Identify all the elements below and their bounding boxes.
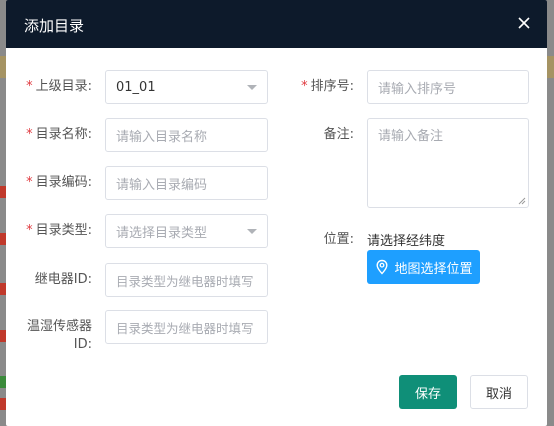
- remark-placeholder: 请输入备注: [378, 129, 444, 144]
- required-mark: *: [26, 127, 33, 142]
- select-location-on-map-button[interactable]: 地图选择位置: [367, 250, 480, 284]
- directory-name-label: * 目录名称:: [26, 127, 92, 142]
- save-button[interactable]: 保存: [399, 375, 457, 409]
- remark-textarea[interactable]: 请输入备注: [367, 118, 529, 208]
- cancel-button[interactable]: 取消: [470, 375, 528, 409]
- parent-directory-label: * 上级目录:: [26, 79, 92, 94]
- directory-code-placeholder: 请输入目录编码: [116, 177, 208, 193]
- required-mark: *: [26, 175, 33, 190]
- required-mark: *: [26, 223, 33, 238]
- relay-id-input[interactable]: 目录类型为继电器时填写: [105, 263, 268, 297]
- parent-directory-select[interactable]: 01_01: [105, 70, 268, 104]
- sort-number-input[interactable]: 请输入排序号: [367, 70, 529, 104]
- dialog-header: 添加目录: [6, 0, 547, 48]
- directory-type-placeholder: 请选择目录类型: [116, 225, 208, 241]
- sensor-id-label-line2: ID:: [73, 337, 92, 352]
- resize-handle-icon[interactable]: [518, 197, 526, 205]
- map-pin-icon: [376, 259, 388, 275]
- directory-type-select[interactable]: 请选择目录类型: [105, 214, 268, 248]
- chevron-down-icon: [247, 229, 257, 234]
- directory-name-placeholder: 请输入目录名称: [116, 129, 208, 145]
- sensor-id-label: 温湿传感器 ID:: [16, 318, 92, 354]
- remark-label: 备注:: [323, 127, 354, 142]
- chevron-down-icon: [247, 85, 257, 90]
- directory-name-input[interactable]: 请输入目录名称: [105, 118, 268, 152]
- sort-number-label: * 排序号:: [301, 79, 354, 94]
- required-mark: *: [26, 79, 33, 94]
- location-hint: 请选择经纬度: [367, 234, 446, 249]
- required-mark: *: [301, 79, 308, 94]
- parent-directory-value: 01_01: [116, 79, 156, 95]
- relay-id-placeholder: 目录类型为继电器时填写: [116, 273, 254, 289]
- directory-code-label: * 目录编码:: [26, 175, 92, 190]
- relay-id-label: 继电器ID:: [34, 272, 92, 287]
- close-icon[interactable]: [515, 14, 533, 32]
- sensor-id-label-line1: 温湿传感器: [26, 319, 92, 334]
- location-label: 位置:: [323, 232, 354, 247]
- sensor-id-placeholder: 目录类型为继电器时填写: [116, 320, 254, 336]
- dialog-title: 添加目录: [24, 17, 85, 35]
- add-directory-dialog: 添加目录 * 上级目录: 01_01 * 目录名称: 请输入目录名称 * 目录编码: …: [6, 0, 547, 426]
- map-button-label: 地图选择位置: [394, 261, 473, 277]
- sort-number-placeholder: 请输入排序号: [378, 81, 457, 97]
- directory-type-label: * 目录类型:: [26, 223, 92, 238]
- directory-code-input[interactable]: 请输入目录编码: [105, 166, 268, 200]
- sensor-id-input[interactable]: 目录类型为继电器时填写: [105, 310, 268, 344]
